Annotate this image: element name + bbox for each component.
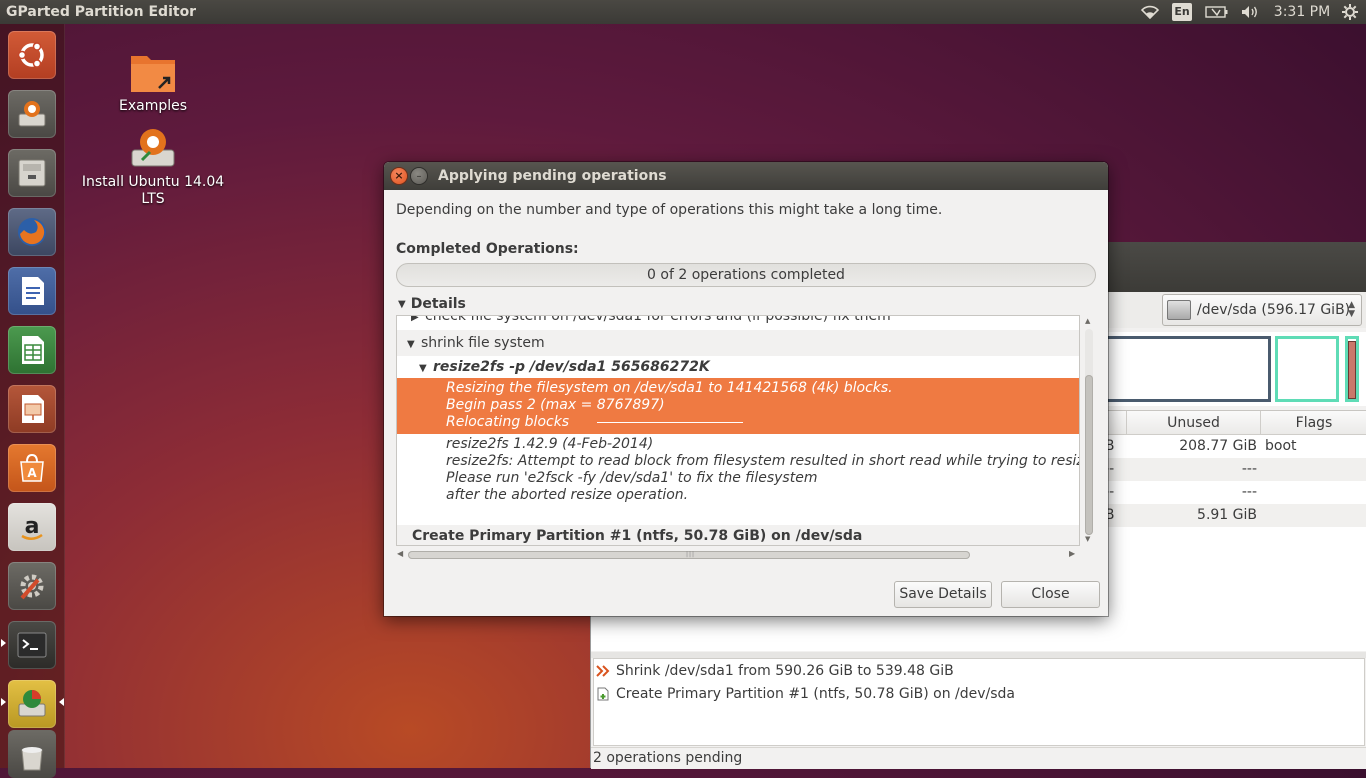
expander-down-icon: ▼ (419, 363, 427, 374)
ubuntu-installer-icon[interactable] (8, 90, 56, 138)
system-settings-icon[interactable] (8, 562, 56, 610)
gparted-focused-indicator (59, 698, 64, 706)
trash-icon[interactable] (8, 730, 56, 778)
scroll-right-icon[interactable]: ▶ (1069, 549, 1075, 558)
tree-row-output[interactable]: resize2fs 1.42.9 (4-Feb-2014) resize2fs:… (397, 436, 1079, 508)
unallocated-graphic[interactable] (1275, 336, 1339, 402)
close-icon[interactable]: × (391, 168, 407, 184)
close-button[interactable]: Close (1001, 581, 1100, 608)
files-icon[interactable] (8, 149, 56, 197)
terminal-icon[interactable] (8, 621, 56, 669)
minimize-icon[interactable]: – (411, 168, 427, 184)
top-panel: GParted Partition Editor En 3:31 PM (0, 0, 1366, 24)
calc-icon[interactable] (8, 326, 56, 374)
desktop-icon-examples[interactable]: Examples (106, 50, 200, 115)
expander-right-icon: ▶ (411, 315, 419, 323)
volume-icon[interactable] (1238, 0, 1262, 24)
details-horizontal-scrollbar[interactable]: ◀ ||| ▶ (396, 548, 1080, 562)
pending-operations-list[interactable]: Shrink /dev/sda1 from 590.26 GiB to 539.… (593, 658, 1365, 746)
output-line: after the aborted resize operation. (446, 487, 689, 503)
output-line: Relocating blocks (446, 414, 570, 430)
scroll-down-icon[interactable]: ▼ (1085, 535, 1090, 543)
status-bar: 2 operations pending (591, 747, 1366, 769)
desktop-icon-label: LTS (141, 191, 165, 207)
desktop-icon-label: Install Ubuntu 14.04 (81, 174, 225, 190)
tree-row-selected[interactable]: Resizing the filesystem on /dev/sda1 to … (397, 378, 1079, 434)
amazon-icon[interactable]: a (8, 503, 56, 551)
writer-icon[interactable] (8, 267, 56, 315)
partition-small-graphic[interactable] (1345, 336, 1359, 402)
column-header-unused[interactable]: Unused (1127, 411, 1261, 435)
tree-row-shrink[interactable]: ▼ shrink file system (397, 330, 1079, 356)
svg-text:a: a (25, 514, 40, 539)
output-line: resize2fs: Attempt to read block from fi… (446, 453, 1079, 469)
tree-row-label: resize2fs -p /dev/sda1 565686272K (433, 359, 710, 375)
scroll-up-icon[interactable]: ▲ (1085, 317, 1090, 325)
scroll-grip-icon: ||| (686, 551, 696, 558)
wifi-icon[interactable] (1138, 0, 1162, 24)
keyboard-language-indicator[interactable]: En (1172, 3, 1192, 21)
firefox-icon[interactable] (8, 208, 56, 256)
impress-icon[interactable] (8, 385, 56, 433)
save-details-button[interactable]: Save Details (894, 581, 992, 608)
output-line: Begin pass 2 (max = 8767897) (446, 397, 665, 413)
cell-unused: --- (1241, 484, 1257, 500)
pending-operation-item[interactable]: Create Primary Partition #1 (ntfs, 50.78… (596, 683, 1015, 705)
dialog-title: Applying pending operations (438, 168, 667, 184)
pending-operation-label: Shrink /dev/sda1 from 590.26 GiB to 539.… (616, 663, 954, 679)
device-selector-label: /dev/sda (596.17 GiB) (1197, 302, 1351, 318)
relocate-progress-line (597, 421, 744, 423)
details-label: Details (410, 296, 466, 312)
shrink-icon (596, 665, 610, 677)
battery-icon[interactable] (1203, 0, 1231, 24)
cell-unused: 5.91 GiB (1197, 507, 1257, 523)
pending-operation-label: Create Primary Partition #1 (ntfs, 50.78… (616, 686, 1015, 702)
details-tree[interactable]: ▶ check file system on /dev/sda1 for erro… (396, 315, 1080, 546)
gparted-running-indicator (1, 698, 6, 706)
ubuntu-dash-icon[interactable] (8, 31, 56, 79)
ubuntu-installer-icon (131, 129, 175, 167)
settings-gear-icon[interactable] (1338, 0, 1362, 24)
desktop-icon-install-ubuntu[interactable]: Install Ubuntu 14.04 LTS (78, 126, 228, 208)
spin-arrows-icon: ▲ ▼ (1348, 300, 1355, 319)
device-selector[interactable]: /dev/sda (596.17 GiB) ▲ ▼ (1162, 294, 1362, 326)
column-header-flags[interactable]: Flags (1261, 411, 1366, 435)
desktop-icon-label: Examples (118, 98, 188, 114)
gparted-icon[interactable] (8, 680, 56, 728)
applying-operations-dialog: × – Applying pending operations Dependin… (384, 162, 1108, 616)
software-center-icon[interactable]: A (8, 444, 56, 492)
progress-text: 0 of 2 operations completed (647, 267, 845, 283)
dialog-titlebar[interactable]: × – Applying pending operations (384, 162, 1108, 190)
tree-row-label: check file system on /dev/sda1 for error… (425, 315, 891, 324)
scroll-thumb[interactable] (1085, 375, 1093, 535)
output-line: Please run 'e2fsck -fy /dev/sda1' to fix… (446, 470, 818, 486)
output-line: Resizing the filesystem on /dev/sda1 to … (446, 380, 893, 396)
cell-unused: --- (1241, 461, 1257, 477)
cell-unused: 208.77 GiB (1179, 438, 1257, 454)
clock[interactable]: 3:31 PM (1272, 0, 1332, 24)
details-vertical-scrollbar[interactable]: ▲ ▼ (1082, 315, 1096, 546)
terminal-running-indicator (1, 639, 6, 647)
scroll-left-icon[interactable]: ◀ (397, 549, 403, 558)
cell-flags: boot (1265, 438, 1297, 454)
svg-text:A: A (27, 466, 37, 480)
dialog-description: Depending on the number and type of oper… (396, 202, 943, 218)
tree-row-create-partition[interactable]: Create Primary Partition #1 (ntfs, 50.78… (397, 525, 1079, 545)
launcher: A a (0, 24, 65, 778)
tree-row-label: shrink file system (421, 335, 545, 351)
completed-operations-label: Completed Operations: (396, 241, 579, 257)
details-expander[interactable]: ▼ Details (398, 296, 466, 312)
tree-row-resize-command[interactable]: ▼ resize2fs -p /dev/sda1 565686272K (397, 356, 1079, 378)
new-partition-icon (597, 687, 609, 701)
folder-icon (131, 56, 175, 92)
hard-drive-icon (1167, 300, 1191, 320)
expander-down-icon: ▼ (407, 339, 415, 350)
tree-row-label: Create Primary Partition #1 (ntfs, 50.78… (412, 528, 863, 544)
pending-operation-item[interactable]: Shrink /dev/sda1 from 590.26 GiB to 539.… (596, 660, 954, 682)
operations-progress-bar: 0 of 2 operations completed (396, 263, 1096, 287)
tree-row[interactable]: ▶ check file system on /dev/sda1 for erro… (397, 315, 1079, 324)
output-line: resize2fs 1.42.9 (4-Feb-2014) (446, 436, 654, 452)
app-title: GParted Partition Editor (6, 4, 197, 20)
expander-down-icon: ▼ (398, 298, 406, 310)
